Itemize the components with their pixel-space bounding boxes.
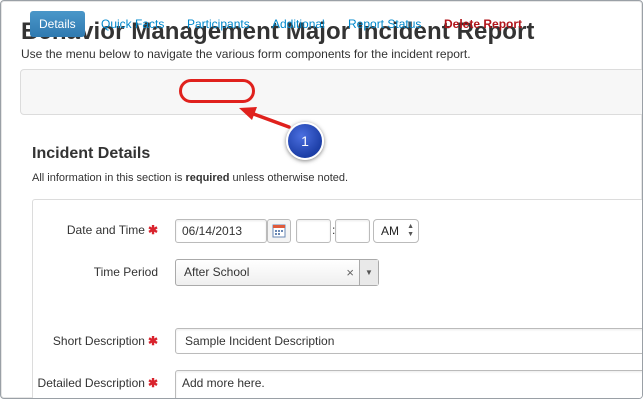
calendar-icon [272, 224, 286, 238]
ampm-select[interactable]: AM ▲ ▼ [373, 219, 419, 243]
clear-selection-icon[interactable]: × [346, 260, 354, 285]
calendar-picker-button[interactable] [267, 219, 291, 243]
chevron-down-icon[interactable]: ▼ [359, 260, 378, 285]
hour-input[interactable] [296, 219, 331, 243]
short-description-label: Short Description ✱ [52, 334, 158, 348]
detailed-description-label: Detailed Description ✱ [37, 376, 158, 390]
tab-participants[interactable]: Participants [187, 11, 250, 37]
tab-quick-facts[interactable]: Quick Facts [101, 11, 164, 37]
annotation-step-badge: 1 [286, 122, 324, 160]
time-period-select[interactable]: After School × ▼ [175, 259, 379, 286]
detailed-description-textarea[interactable]: Add more here. [175, 370, 642, 398]
tab-report-status[interactable]: Report Status [348, 11, 421, 37]
form-navigation-bar [20, 69, 642, 115]
date-input[interactable]: 06/14/2013 [175, 219, 267, 243]
window-frame: Behavior Management Major Incident Repor… [0, 0, 643, 399]
annotation-arrow-icon [239, 107, 291, 129]
short-description-input[interactable]: Sample Incident Description [175, 328, 642, 354]
tab-additional[interactable]: Additional [272, 11, 325, 37]
required-marker: ✱ [147, 223, 158, 237]
minute-input[interactable] [335, 219, 370, 243]
required-marker: ✱ [147, 334, 158, 348]
page-subtitle: Use the menu below to navigate the vario… [21, 47, 471, 61]
tab-details[interactable]: Details [30, 11, 85, 37]
date-time-label: Date and Time ✱ [66, 223, 158, 237]
time-period-label: Time Period [93, 265, 158, 279]
section-note: All information in this section is requi… [32, 172, 349, 184]
tab-delete-report[interactable]: Delete Report [444, 11, 522, 37]
section-title: Incident Details [32, 145, 151, 162]
required-marker: ✱ [147, 376, 158, 390]
annotation-highlight-ring [179, 79, 255, 103]
stepper-arrows-icon: ▲ ▼ [407, 223, 414, 238]
